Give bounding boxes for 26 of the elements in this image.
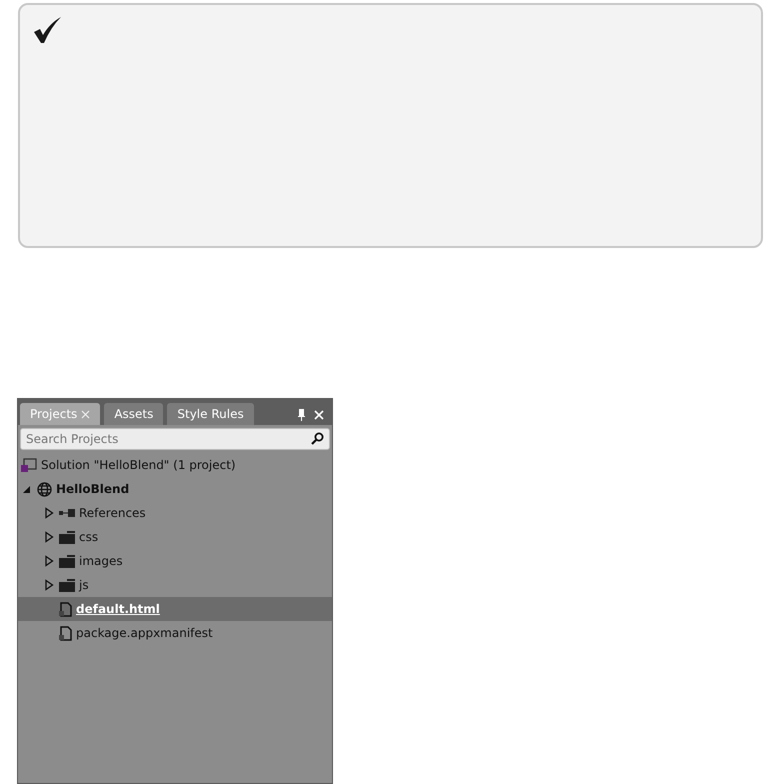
collapsed-arrow-icon[interactable] (43, 555, 55, 567)
folder-icon (59, 530, 75, 544)
globe-icon (37, 482, 52, 496)
collapsed-arrow-icon[interactable] (43, 579, 55, 591)
solution-icon (21, 458, 37, 472)
tree-item[interactable]: js (18, 573, 332, 597)
panel-tab[interactable]: Style Rules (167, 403, 254, 425)
panel-tab[interactable]: Assets (104, 403, 164, 425)
tree-item[interactable]: default.html (18, 597, 332, 621)
tree-item[interactable]: Solution "HelloBlend" (1 project) (18, 453, 332, 477)
checkmark-icon (32, 15, 62, 45)
collapsed-arrow-icon[interactable] (43, 507, 55, 519)
tree-item[interactable]: References (18, 501, 332, 525)
search-icon[interactable] (311, 432, 324, 445)
pin-icon[interactable] (297, 409, 306, 421)
search-field[interactable]: Search Projects (20, 428, 330, 450)
folder-icon (59, 578, 75, 592)
file-icon (59, 626, 72, 640)
collapsed-arrow-icon[interactable] (43, 531, 55, 543)
tree-item[interactable]: css (18, 525, 332, 549)
tree-item[interactable]: images (18, 549, 332, 573)
file-icon (59, 602, 72, 616)
tree-item[interactable]: package.appxmanifest (18, 621, 332, 645)
tree-item[interactable]: HelloBlend (18, 477, 332, 501)
folder-icon (59, 554, 75, 568)
references-icon (59, 509, 75, 517)
